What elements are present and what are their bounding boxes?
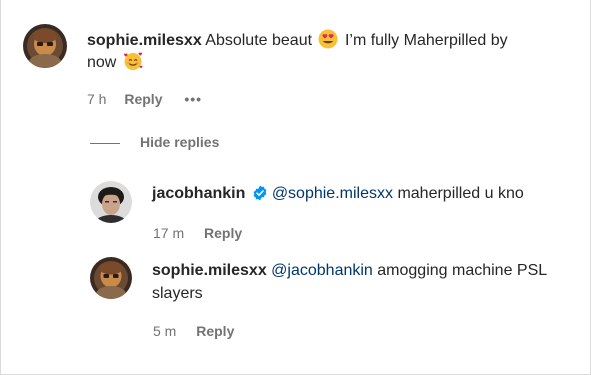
smiling-hearts-emoji-icon	[123, 51, 143, 79]
verified-badge-icon	[252, 185, 268, 209]
reply-2-mention[interactable]: @jacobhankin	[271, 262, 373, 279]
comment-time: 7 h	[87, 91, 107, 107]
reply-2-username[interactable]: sophie.milesxx	[152, 262, 267, 279]
comment-text-line2: now	[87, 51, 145, 79]
reply-2-text-line2: slayers	[152, 282, 203, 306]
avatar[interactable]	[90, 257, 132, 299]
reply-1-text: maherpilled u kno	[397, 185, 524, 202]
reply-2-text-line1: sophie.milesxx @jacobhankin amogging mac…	[152, 259, 547, 283]
reply-1-mention[interactable]: @sophie.milesxx	[272, 185, 393, 202]
reply-1-reply-button[interactable]: Reply	[204, 225, 242, 241]
reply-1-time: 17 m	[153, 225, 185, 241]
comment-text: Absolute beaut	[205, 32, 313, 49]
comment-thread: sophie.milesxx Absolute beaut I’m fully …	[0, 0, 591, 375]
reply-2-text: amogging machine PSL	[377, 262, 548, 279]
comment-username[interactable]: sophie.milesxx	[87, 32, 202, 49]
reply-2-reply-button[interactable]: Reply	[196, 323, 234, 339]
hide-replies-button[interactable]: Hide replies	[140, 134, 219, 150]
reply-1-username[interactable]: jacobhankin	[152, 185, 245, 202]
avatar[interactable]	[23, 24, 67, 68]
comment-text-line1: sophie.milesxx Absolute beaut I’m fully …	[87, 29, 508, 57]
comment-text-continued: I’m fully Maherpilled by	[344, 32, 508, 49]
reply-1-meta: 17 m Reply	[153, 225, 242, 241]
reply-1-text-line: jacobhankin @sophie.milesxx maherpilled …	[152, 182, 524, 209]
heart-eyes-emoji-icon	[318, 29, 338, 57]
more-options-icon[interactable]: •••	[184, 91, 202, 107]
reply-2-time: 5 m	[153, 323, 177, 339]
comment-meta: 7 h Reply •••	[87, 91, 202, 107]
reply-2-text-tail: slayers	[152, 285, 203, 302]
comment-text-tail: now	[87, 54, 117, 71]
reply-2-meta: 5 m Reply	[153, 323, 234, 339]
avatar[interactable]	[90, 181, 132, 223]
comment-reply-button[interactable]: Reply	[124, 91, 162, 107]
replies-divider	[90, 143, 120, 144]
